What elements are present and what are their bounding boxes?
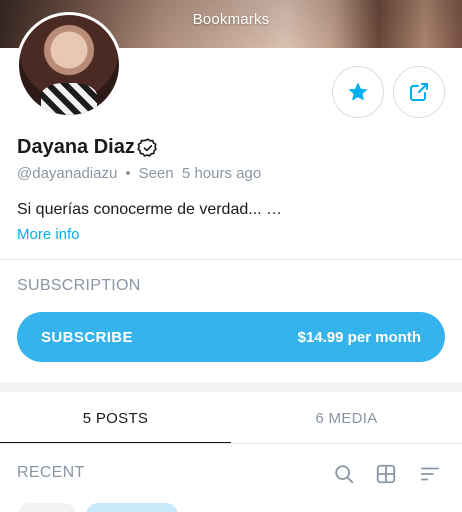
star-icon [346, 80, 370, 104]
divider [0, 259, 462, 260]
filter-chip-active[interactable] [86, 503, 178, 512]
grid-icon[interactable] [374, 462, 398, 486]
subscribe-button-label: SUBSCRIBE [41, 328, 133, 346]
content-tabs: 5 POSTS 6 MEDIA [0, 392, 462, 444]
favorite-button[interactable] [332, 66, 384, 118]
search-icon[interactable] [332, 462, 356, 486]
tabs-divider [0, 443, 462, 444]
share-button[interactable] [393, 66, 445, 118]
profile-name-row: Dayana Diaz [17, 136, 159, 159]
subscribe-button[interactable]: SUBSCRIBE $14.99 per month [17, 312, 445, 362]
verified-icon [137, 137, 159, 159]
profile-handle: @dayanadiazu [17, 165, 118, 182]
last-seen: Seen 5 hours ago [138, 165, 262, 182]
separator-dot: • [125, 165, 131, 182]
subscription-label: SUBSCRIPTION [17, 277, 141, 294]
tab-media[interactable]: 6 MEDIA [231, 392, 462, 444]
section-separator [0, 382, 462, 392]
sort-icon[interactable] [418, 462, 442, 486]
profile-handle-row: @dayanadiazu • Seen 5 hours ago [17, 165, 261, 182]
filter-chip[interactable] [18, 503, 76, 512]
avatar-shirt [41, 83, 97, 115]
tab-posts[interactable]: 5 POSTS [0, 392, 231, 444]
recent-label: RECENT [17, 464, 85, 481]
profile-bio: Si querías conocerme de verdad... … [17, 201, 283, 218]
avatar[interactable] [16, 12, 122, 118]
more-info-link[interactable]: More info [17, 226, 80, 243]
subscription-price: $14.99 per month [297, 328, 421, 346]
share-icon [407, 80, 431, 104]
avatar-image [19, 15, 119, 115]
profile-name: Dayana Diaz [17, 136, 135, 158]
